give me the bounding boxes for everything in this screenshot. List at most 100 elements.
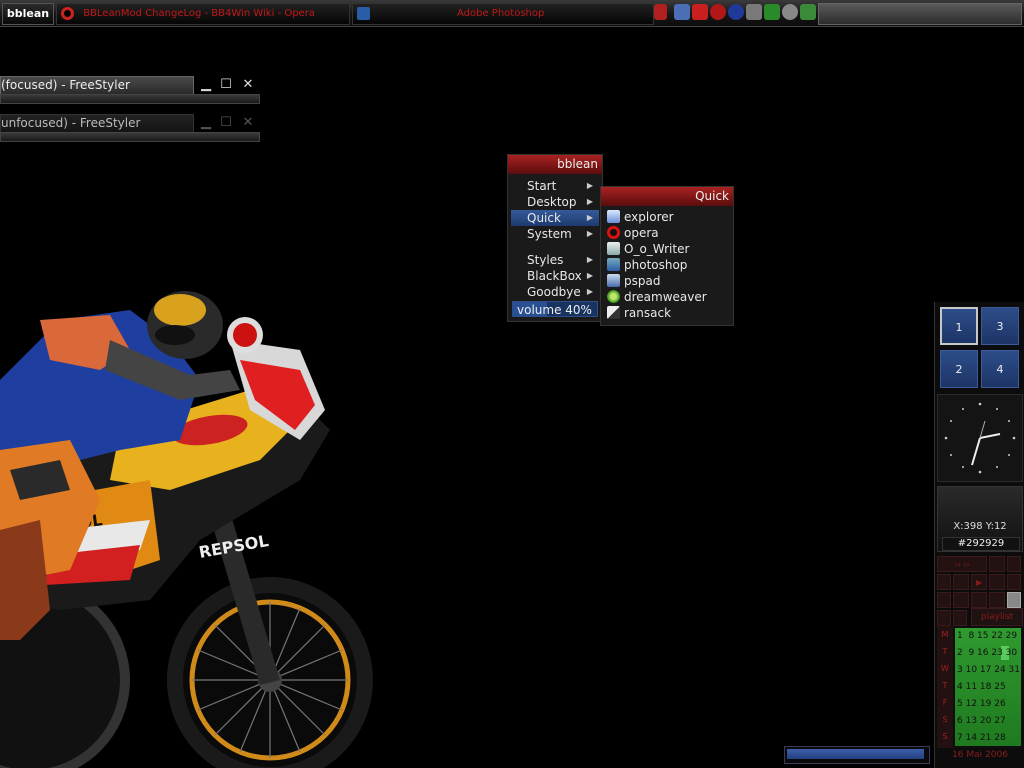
- media-button[interactable]: [937, 574, 951, 590]
- submenu-arrow-icon: ▶: [586, 271, 593, 280]
- arrow-left-icon[interactable]: [654, 4, 667, 20]
- opera-tray-icon[interactable]: [710, 4, 726, 20]
- media-button[interactable]: [937, 610, 951, 626]
- menu-item-label: Start: [527, 179, 557, 193]
- quick-item-explorer[interactable]: explorer: [605, 209, 674, 225]
- quick-item-photoshop[interactable]: photoshop: [605, 257, 687, 273]
- monitor-icon[interactable]: [746, 4, 762, 20]
- media-seek-button[interactable]: ‹‹ ››: [937, 556, 987, 572]
- quick-item-pspad[interactable]: pspad: [605, 273, 660, 289]
- media-button[interactable]: [971, 592, 987, 608]
- calendar: M T W T F S S 1 8 15 22 29 2 9 16 23 30 …: [937, 626, 1023, 748]
- network-icon[interactable]: [674, 4, 690, 20]
- submenu-title: Quick: [601, 187, 733, 206]
- media-button[interactable]: [989, 592, 1005, 608]
- slit-panel: 1 3 2 4 X:398 Y:12 #292929 ‹‹ ›› ▶ playl…: [934, 302, 1024, 768]
- quick-item-writer[interactable]: O_o_Writer: [605, 241, 689, 257]
- day-label: S: [942, 715, 948, 724]
- cursor-coordinates: X:398 Y:12: [953, 521, 1007, 532]
- quick-submenu: Quick explorer opera O_o_Writer photosho…: [600, 186, 734, 326]
- media-button[interactable]: [1007, 574, 1021, 590]
- quick-item-label: ransack: [624, 306, 672, 320]
- workspace-1[interactable]: 1: [940, 307, 978, 345]
- toolbar-right-panel: [818, 3, 1022, 25]
- menu-item-label: Quick: [527, 211, 561, 225]
- menu-item-blackbox[interactable]: BlackBox ▶: [511, 268, 599, 284]
- menu-item-label: System: [527, 227, 572, 241]
- antivirus-icon[interactable]: [692, 4, 708, 20]
- status-progress-bar: [784, 746, 930, 764]
- task-opera[interactable]: BBLeanMod ChangeLog - BB4Win Wiki - Oper…: [56, 3, 350, 25]
- media-play-button[interactable]: ▶: [971, 574, 987, 590]
- calendar-row: 5 12 19 26: [957, 699, 1006, 709]
- media-button[interactable]: [953, 610, 967, 626]
- money-icon[interactable]: [764, 4, 780, 20]
- bblean-button[interactable]: bblean: [2, 3, 54, 25]
- day-label: W: [941, 664, 949, 673]
- quick-item-label: pspad: [624, 274, 661, 288]
- media-button[interactable]: [937, 592, 951, 608]
- window-frame: [0, 94, 260, 104]
- date-label: 16 Mai 2006: [952, 750, 1008, 760]
- submenu-arrow-icon: ▶: [586, 213, 593, 222]
- calendar-grid: 1 8 15 22 29 2 9 16 23 30 3 10 17 24 31 …: [955, 628, 1021, 746]
- workspace-3[interactable]: 3: [981, 307, 1019, 345]
- menu-item-label: Styles: [527, 253, 564, 267]
- minimize-button[interactable]: ▁: [198, 76, 214, 93]
- media-button[interactable]: [989, 574, 1005, 590]
- volume-label: volume 40%: [517, 303, 592, 317]
- day-label: M: [941, 630, 949, 639]
- day-label: T: [942, 647, 948, 656]
- calendar-row: 6 13 20 27: [957, 716, 1006, 726]
- submenu-arrow-icon: ▶: [586, 181, 593, 190]
- tools-icon[interactable]: [782, 4, 798, 20]
- analog-clock: [937, 394, 1023, 482]
- color-picker-panel: X:398 Y:12 #292929: [937, 486, 1023, 552]
- quick-item-label: O_o_Writer: [624, 242, 690, 256]
- freestyler-window-focused[interactable]: (focused) - FreeStyler ▁ ☐ ✕: [0, 76, 260, 118]
- window-title[interactable]: unfocused) - FreeStyler: [0, 114, 194, 133]
- task-photoshop[interactable]: Adobe Photoshop: [352, 3, 654, 25]
- workspace-2[interactable]: 2: [940, 350, 978, 388]
- ransack-icon: [607, 306, 620, 319]
- playlist-button[interactable]: playlist: [971, 608, 1023, 626]
- update-icon[interactable]: [800, 4, 816, 20]
- quick-item-label: photoshop: [624, 258, 688, 272]
- window-title[interactable]: (focused) - FreeStyler: [0, 76, 194, 95]
- window-frame: [0, 132, 260, 142]
- close-button[interactable]: ✕: [240, 76, 256, 93]
- quick-item-ransack[interactable]: ransack: [605, 305, 671, 321]
- writer-icon: [607, 242, 620, 255]
- menu-item-styles[interactable]: Styles ▶: [511, 252, 599, 268]
- volume-slider[interactable]: volume 40%: [512, 301, 598, 317]
- menu-item-label: Goodbye: [527, 285, 581, 299]
- close-button[interactable]: ✕: [240, 114, 256, 131]
- radio-icon[interactable]: [728, 4, 744, 20]
- menu-item-label: BlackBox: [527, 269, 582, 283]
- media-button[interactable]: [1007, 556, 1021, 572]
- media-button[interactable]: [1007, 592, 1021, 608]
- dreamweaver-icon: [607, 290, 620, 303]
- menu-item-start[interactable]: Start ▶: [511, 178, 599, 194]
- calendar-row: 7 14 21 28: [957, 733, 1006, 743]
- freestyler-window-unfocused[interactable]: unfocused) - FreeStyler ▁ ☐ ✕: [0, 114, 260, 156]
- explorer-icon: [607, 210, 620, 223]
- calendar-row: 3 10 17 24 31: [957, 665, 1020, 675]
- maximize-button[interactable]: ☐: [218, 114, 234, 131]
- day-label: F: [942, 698, 948, 707]
- menu-item-system[interactable]: System ▶: [511, 226, 599, 242]
- quick-item-opera[interactable]: opera: [605, 225, 659, 241]
- menu-item-goodbye[interactable]: Goodbye ▶: [511, 284, 599, 300]
- minimize-button[interactable]: ▁: [198, 114, 214, 131]
- menu-item-quick[interactable]: Quick ▶: [511, 210, 599, 226]
- day-label: S: [942, 732, 948, 741]
- media-button[interactable]: [953, 574, 969, 590]
- quick-item-dreamweaver[interactable]: dreamweaver: [605, 289, 707, 305]
- opera-icon: [61, 6, 74, 20]
- menu-item-desktop[interactable]: Desktop ▶: [511, 194, 599, 210]
- workspace-4[interactable]: 4: [981, 350, 1019, 388]
- media-button[interactable]: [953, 592, 969, 608]
- media-button[interactable]: [989, 556, 1005, 572]
- submenu-arrow-icon: ▶: [586, 197, 593, 206]
- maximize-button[interactable]: ☐: [218, 76, 234, 93]
